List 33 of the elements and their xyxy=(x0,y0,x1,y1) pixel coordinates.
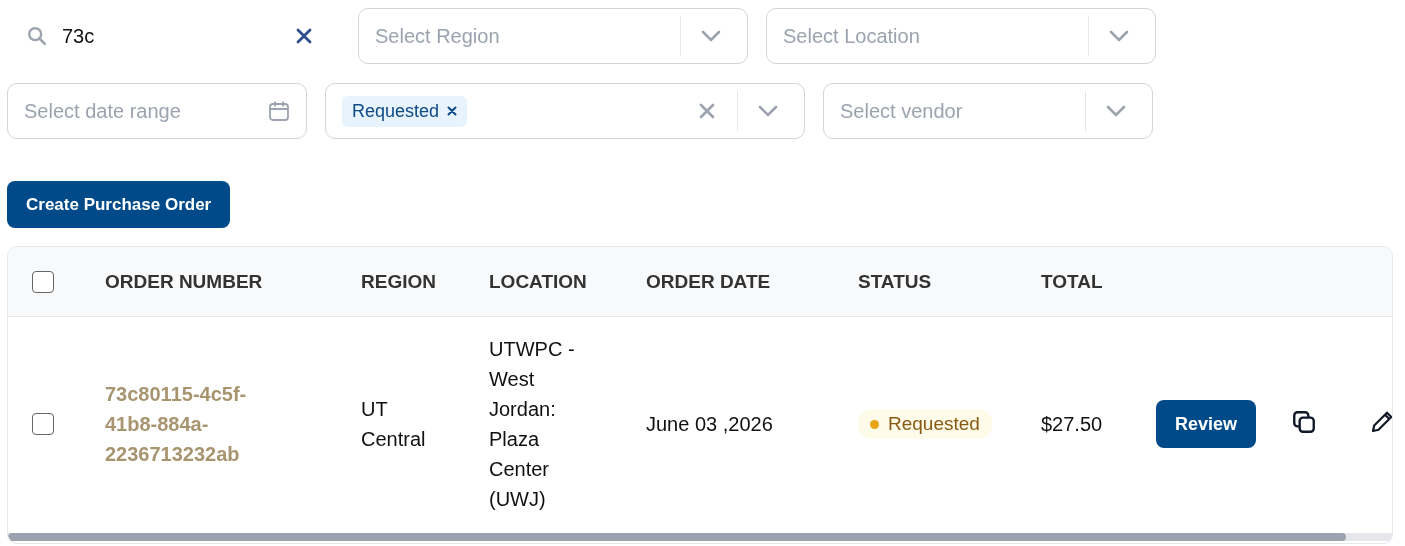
order-number-link[interactable]: 73c80115-4c5f-41b8-884a-2236713232ab xyxy=(105,379,270,469)
select-field[interactable]: Select Region xyxy=(358,8,748,64)
tag-label: Requested xyxy=(352,100,440,122)
chevron-down-icon xyxy=(758,105,778,117)
search-icon xyxy=(26,25,48,47)
remove-icon[interactable] xyxy=(447,106,458,116)
column-header: REGION xyxy=(361,270,437,293)
select-field[interactable]: Select Location xyxy=(766,8,1156,64)
calendar-icon xyxy=(268,100,290,122)
scrollbar-thumb[interactable] xyxy=(8,533,1346,541)
select-all-checkbox[interactable] xyxy=(32,270,54,293)
copy-icon[interactable] xyxy=(1291,408,1317,435)
table-cell-text: UT Central xyxy=(361,397,427,452)
column-header: ORDER DATE xyxy=(646,270,772,293)
clear-icon[interactable] xyxy=(296,28,312,44)
table-cell-text: UTWPC - West Jordan: Plaza Center (UWJ) xyxy=(489,337,576,512)
select-field[interactable]: Select vendor xyxy=(823,83,1153,139)
date-range-field[interactable]: Select date range xyxy=(7,83,307,139)
chevron-down-icon xyxy=(1106,105,1126,117)
table-cell: June 03 ,2026 xyxy=(646,412,773,435)
column-header: TOTAL xyxy=(1041,270,1104,293)
create-purchase-order-button[interactable]: Create Purchase Order xyxy=(7,181,231,228)
row-checkbox[interactable] xyxy=(32,413,54,435)
table-cell: $27.50 xyxy=(1041,412,1103,435)
column-header: LOCATION xyxy=(489,270,588,293)
column-header: ORDER NUMBER xyxy=(105,270,264,293)
chevron-down-icon xyxy=(1109,30,1129,42)
review-button[interactable]: Review xyxy=(1156,400,1256,448)
search-field[interactable]: 73c xyxy=(60,23,284,49)
chevron-down-icon xyxy=(701,30,721,42)
status-select-field[interactable]: Requested xyxy=(325,83,805,139)
status-badge: Requested xyxy=(858,409,992,439)
column-header: STATUS xyxy=(858,270,933,293)
